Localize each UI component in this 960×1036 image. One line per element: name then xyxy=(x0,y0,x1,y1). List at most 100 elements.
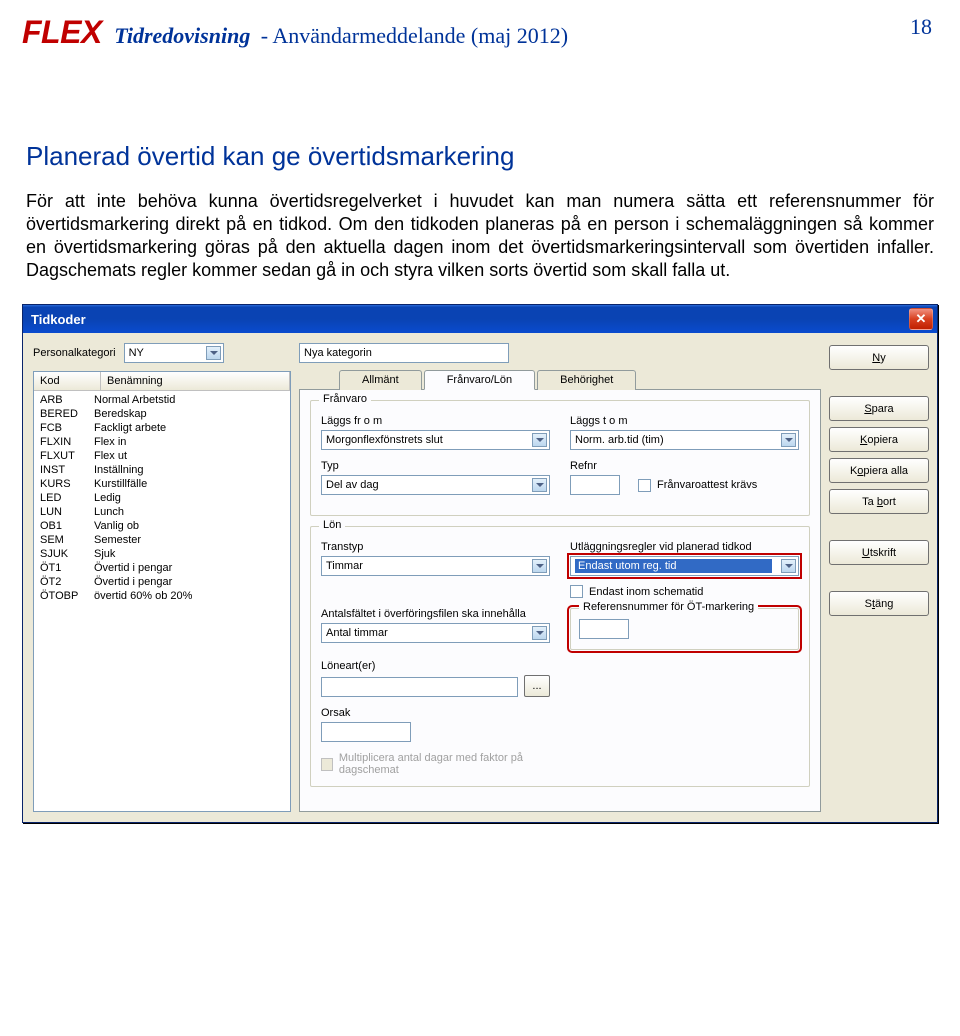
header-title: Tidredovisning xyxy=(114,23,250,48)
list-item[interactable]: SEMSemester xyxy=(34,533,290,547)
titlebar-text: Tidkoder xyxy=(31,312,86,327)
list-item-benamning: Övertid i pengar xyxy=(94,576,284,588)
flex-logo: FLEX xyxy=(22,14,102,51)
list-item[interactable]: FLXINFlex in xyxy=(34,435,290,449)
tab-franvaro-lon[interactable]: Frånvaro/Lön xyxy=(424,370,535,390)
list-item-benamning: Vanlig ob xyxy=(94,520,284,532)
body-text: För att inte behöva kunna övertidsregelv… xyxy=(26,190,934,282)
list-item-kod: OB1 xyxy=(40,520,94,532)
tabs: Allmänt Frånvaro/Lön Behörighet xyxy=(339,370,821,390)
refnr-ot-input[interactable] xyxy=(579,619,629,639)
list-item-kod: ÖT1 xyxy=(40,562,94,574)
laggs-from-value: Morgonflexfönstrets slut xyxy=(326,434,443,446)
ny-button[interactable]: Ny xyxy=(829,345,929,370)
personalkategori-combo[interactable]: NY xyxy=(124,343,224,363)
list-item-benamning: Övertid i pengar xyxy=(94,562,284,574)
endast-schematid-checkbox[interactable]: Endast inom schematid xyxy=(570,585,799,598)
category-name-value: Nya kategorin xyxy=(304,347,372,359)
laggs-tom-value: Norm. arb.tid (tim) xyxy=(575,434,664,446)
list-item-benamning: Lunch xyxy=(94,506,284,518)
list-item-kod: SJUK xyxy=(40,548,94,560)
list-item[interactable]: INSTInställning xyxy=(34,463,290,477)
transtyp-value: Timmar xyxy=(326,560,363,572)
list-item-kod: FCB xyxy=(40,422,94,434)
typ-combo[interactable]: Del av dag xyxy=(321,475,550,495)
list-item[interactable]: BEREDBeredskap xyxy=(34,407,290,421)
endast-schematid-label: Endast inom schematid xyxy=(589,586,703,598)
tab-allmant[interactable]: Allmänt xyxy=(339,370,422,390)
list-item[interactable]: LEDLedig xyxy=(34,491,290,505)
tab-panel-franvaro-lon: Frånvaro Läggs fr o m Morgonflexfönstret… xyxy=(299,389,821,812)
list-item-benamning: Flex ut xyxy=(94,450,284,462)
kopiera-alla-button[interactable]: Kopiera alla xyxy=(829,458,929,483)
antals-combo[interactable]: Antal timmar xyxy=(321,623,550,643)
list-item-kod: SEM xyxy=(40,534,94,546)
list-item-kod: ÖT2 xyxy=(40,576,94,588)
utskrift-button[interactable]: Utskrift xyxy=(829,540,929,565)
list-item-kod: FLXUT xyxy=(40,450,94,462)
page-header: FLEX Tidredovisning - Användarmeddelande… xyxy=(0,0,960,51)
lonearter-input[interactable] xyxy=(321,677,518,697)
section-title: Planerad övertid kan ge övertidsmarkerin… xyxy=(26,141,934,172)
list-item-kod: FLXIN xyxy=(40,436,94,448)
lon-legend: Lön xyxy=(319,519,345,531)
laggs-tom-combo[interactable]: Norm. arb.tid (tim) xyxy=(570,430,799,450)
utlagg-value: Endast utom reg. tid xyxy=(575,559,772,573)
list-item-benamning: Semester xyxy=(94,534,284,546)
list-item-kod: INST xyxy=(40,464,94,476)
list-item[interactable]: ÖTOBPövertid 60% ob 20% xyxy=(34,589,290,603)
antals-value: Antal timmar xyxy=(326,627,388,639)
col-kod[interactable]: Kod xyxy=(34,372,101,390)
list-item[interactable]: ARBNormal Arbetstid xyxy=(34,393,290,407)
transtyp-combo[interactable]: Timmar xyxy=(321,556,550,576)
left-column: Personalkategori NY Kod Benämning ARBNor… xyxy=(33,343,291,812)
lonearter-browse-button[interactable]: ... xyxy=(524,675,550,697)
lon-group: Lön Transtyp Timmar Utläggningsregler vi… xyxy=(310,526,810,787)
list-item-benamning: Kurstillfälle xyxy=(94,478,284,490)
ta-bort-button[interactable]: Ta bort xyxy=(829,489,929,514)
list-item-kod: LUN xyxy=(40,506,94,518)
spara-button[interactable]: Spara xyxy=(829,396,929,421)
titlebar[interactable]: Tidkoder ✕ xyxy=(23,305,937,333)
category-name-input[interactable]: Nya kategorin xyxy=(299,343,509,363)
list-item[interactable]: OB1Vanlig ob xyxy=(34,519,290,533)
personalkategori-label: Personalkategori xyxy=(33,347,116,359)
list-item-benamning: Beredskap xyxy=(94,408,284,420)
list-item-benamning: Flex in xyxy=(94,436,284,448)
stang-button[interactable]: Stäng xyxy=(829,591,929,616)
list-item-benamning: Inställning xyxy=(94,464,284,476)
tidkod-list[interactable]: Kod Benämning ARBNormal ArbetstidBEREDBe… xyxy=(33,371,291,812)
antals-label: Antalsfältet i överföringsfilen ska inne… xyxy=(321,608,550,620)
list-item-kod: BERED xyxy=(40,408,94,420)
franvaroattest-checkbox[interactable]: Frånvaroattest krävs xyxy=(638,479,757,492)
kopiera-button[interactable]: Kopiera xyxy=(829,427,929,452)
personalkategori-value: NY xyxy=(129,347,144,359)
list-item-benamning: övertid 60% ob 20% xyxy=(94,590,284,602)
tab-behorighet[interactable]: Behörighet xyxy=(537,370,636,390)
list-item-kod: ÖTOBP xyxy=(40,590,94,602)
page-number: 18 xyxy=(910,14,932,40)
list-item[interactable]: SJUKSjuk xyxy=(34,547,290,561)
franvaroattest-label: Frånvaroattest krävs xyxy=(657,479,757,491)
refnr-label: Refnr xyxy=(570,460,799,472)
orsak-label: Orsak xyxy=(321,707,441,719)
multiplicera-checkbox: Multiplicera antal dagar med faktor på d… xyxy=(321,752,561,776)
list-item[interactable]: ÖT1Övertid i pengar xyxy=(34,561,290,575)
orsak-input[interactable] xyxy=(321,722,411,742)
center-column: Nya kategorin Allmänt Frånvaro/Lön Behör… xyxy=(299,343,821,812)
list-item[interactable]: FCBFackligt arbete xyxy=(34,421,290,435)
tidkoder-dialog: Tidkoder ✕ Personalkategori NY Kod Benäm… xyxy=(22,304,938,823)
col-benamning[interactable]: Benämning xyxy=(101,372,290,390)
list-item[interactable]: ÖT2Övertid i pengar xyxy=(34,575,290,589)
utlagg-label: Utläggningsregler vid planerad tidkod xyxy=(570,541,799,553)
list-item-benamning: Ledig xyxy=(94,492,284,504)
list-item[interactable]: FLXUTFlex ut xyxy=(34,449,290,463)
list-item[interactable]: LUNLunch xyxy=(34,505,290,519)
list-header: Kod Benämning xyxy=(34,372,290,391)
close-icon[interactable]: ✕ xyxy=(909,308,933,330)
laggs-from-combo[interactable]: Morgonflexfönstrets slut xyxy=(321,430,550,450)
list-item[interactable]: KURSKurstillfälle xyxy=(34,477,290,491)
utlagg-combo[interactable]: Endast utom reg. tid xyxy=(570,556,799,576)
multiplicera-label: Multiplicera antal dagar med faktor på d… xyxy=(339,752,561,776)
refnr-input[interactable] xyxy=(570,475,620,495)
